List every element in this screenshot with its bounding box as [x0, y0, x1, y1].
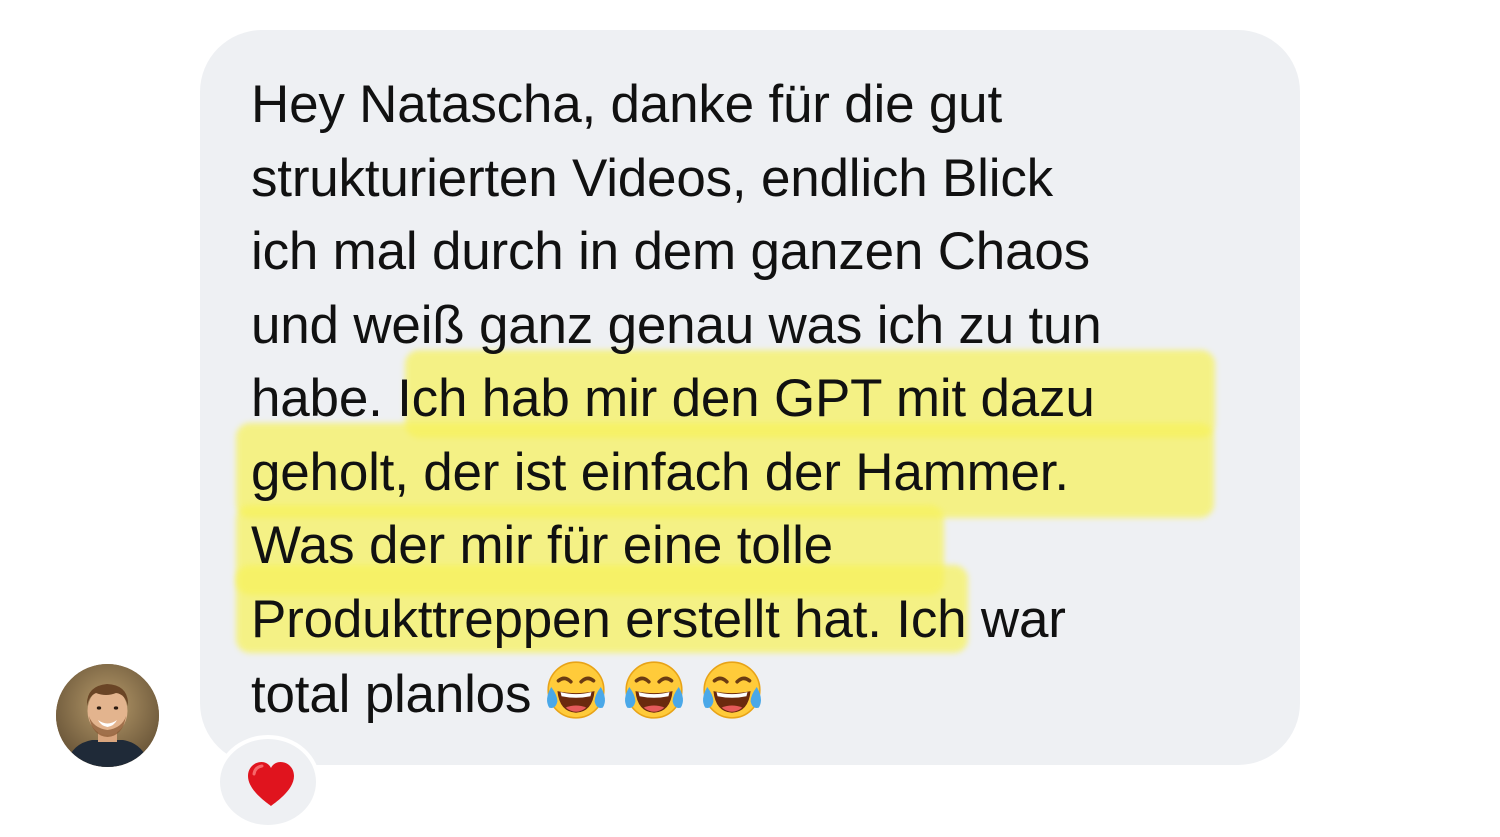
face-with-tears-of-joy-icon	[543, 656, 609, 722]
reaction-badge[interactable]	[216, 735, 320, 829]
message-line: total planlos	[251, 665, 532, 724]
message-line: Was der mir für eine tolle	[251, 516, 833, 575]
message-line: Produkttreppen erstellt hat. Ich war	[251, 589, 1066, 649]
red-heart-icon	[248, 762, 294, 806]
avatar[interactable]	[56, 664, 159, 767]
message-text: Hey Natascha, danke für die gut struktur…	[251, 68, 1251, 732]
face-with-tears-of-joy-icon	[621, 656, 687, 722]
message-line: ich mal durch in dem ganzen Chaos	[251, 222, 1090, 281]
message-line: geholt, der ist einfach der Hammer.	[251, 442, 1069, 502]
face-with-tears-of-joy-icon	[699, 656, 765, 722]
message-line: habe. Ich hab mir den GPT mit dazu	[251, 369, 1095, 428]
message-line: und weiß ganz genau was ich zu tun	[251, 295, 1102, 355]
avatar-photo	[56, 664, 159, 767]
message-line: Hey Natascha, danke für die gut	[251, 75, 1002, 134]
message-line-last: total planlos	[251, 656, 1251, 732]
chat-screen: Hey Natascha, danke für die gut struktur…	[0, 0, 1500, 837]
message-line: strukturierten Videos, endlich Blick	[251, 148, 1053, 208]
